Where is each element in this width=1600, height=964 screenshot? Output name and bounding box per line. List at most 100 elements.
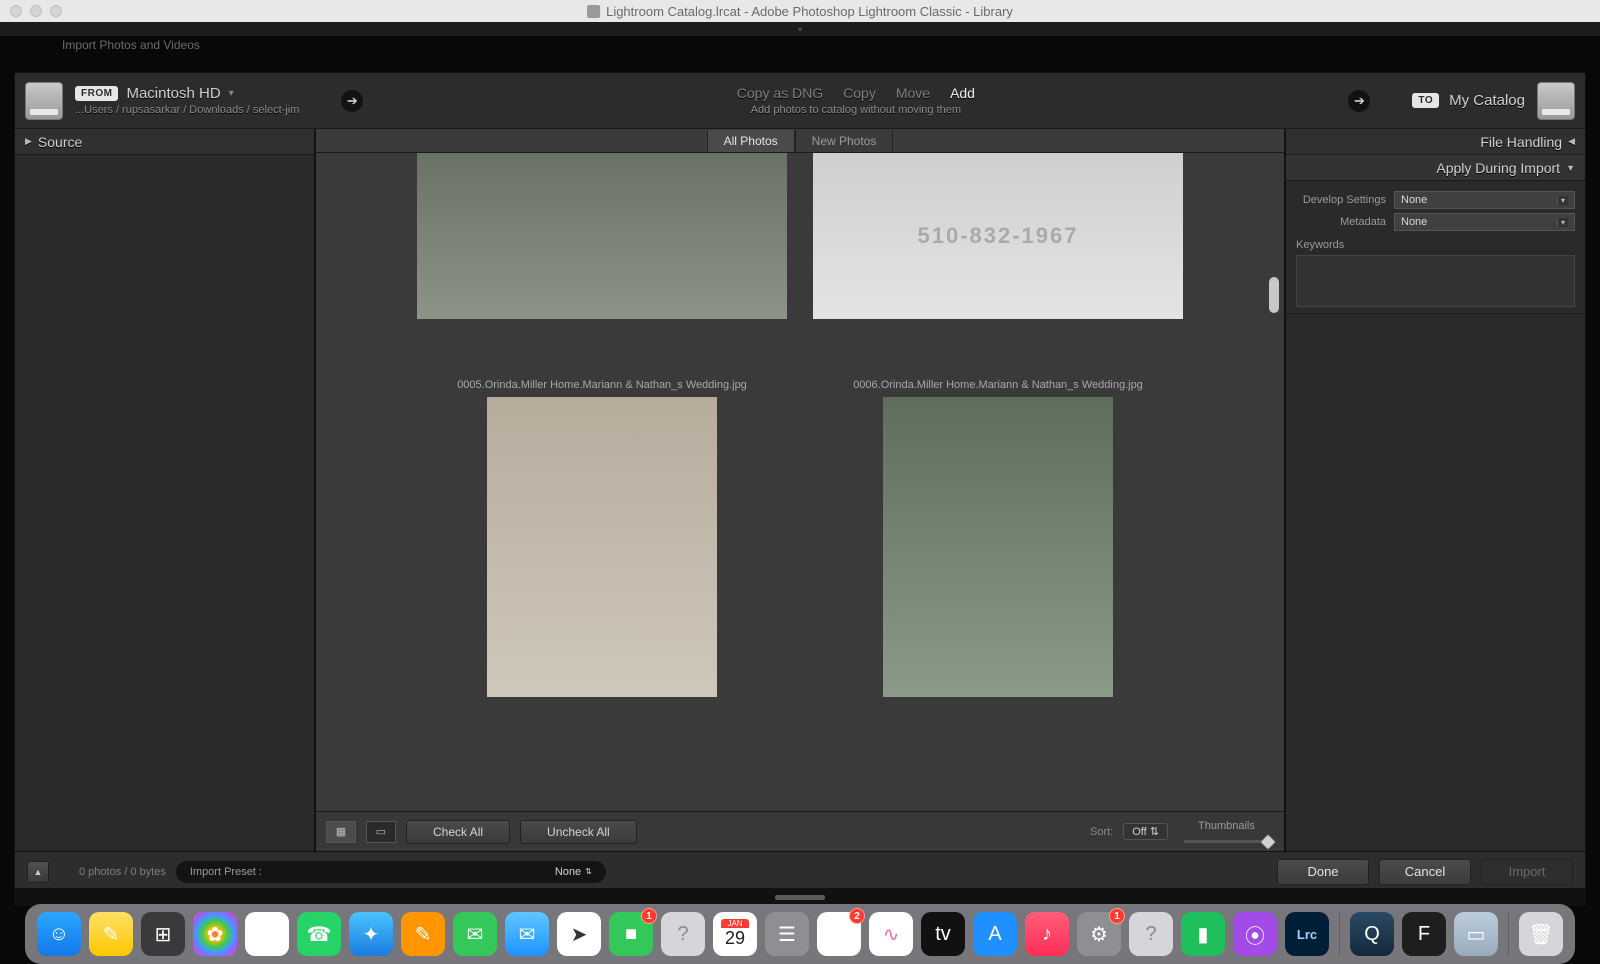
keywords-textarea[interactable] [1296, 255, 1575, 307]
dock-freeform-icon[interactable]: ∿ [869, 912, 913, 956]
import-preset-bar[interactable]: Import Preset : None ⇅ [176, 861, 606, 883]
dock-figma-icon[interactable]: F [1402, 912, 1446, 956]
develop-settings-select[interactable]: None [1394, 191, 1575, 209]
photo-text: 510-832-1967 [917, 223, 1078, 249]
cancel-button[interactable]: Cancel [1379, 859, 1471, 885]
dock-safari-icon[interactable]: ✦ [349, 912, 393, 956]
source-panel-title: Source [38, 134, 82, 150]
dock-pages-icon[interactable]: ✎ [401, 912, 445, 956]
dock-settings-icon[interactable]: ⚙1 [1077, 912, 1121, 956]
check-all-button[interactable]: Check All [406, 820, 510, 844]
to-device-name: My Catalog [1449, 92, 1525, 109]
close-window-button[interactable] [10, 5, 22, 17]
dock-area: ☺ ✎ ⊞ ✿ ◉ ☎ ✦ ✎ ✉ ✉ ➤ ■1 ? JAN 29 ☰ ☑2 ∿… [0, 892, 1600, 964]
thumbnail-grid[interactable]: 510-832-1967 0005.Orinda.Miller Home.Mar… [316, 153, 1284, 811]
left-side-panel: ▶ Source [15, 129, 315, 851]
apply-during-import-title: Apply During Import [1436, 160, 1560, 176]
traffic-lights [0, 5, 62, 17]
loupe-view-button[interactable]: ▭ [366, 821, 396, 843]
window-title: Lightroom Catalog.lrcat - Adobe Photosho… [587, 4, 1013, 19]
dock-tv-icon[interactable]: tv [921, 912, 965, 956]
to-block[interactable]: ➔ TO My Catalog [1348, 82, 1575, 120]
uncheck-all-button[interactable]: Uncheck All [520, 820, 637, 844]
tab-new-photos[interactable]: New Photos [795, 130, 894, 152]
import-body: ▶ Source All Photos New Photos 510-832-1… [15, 129, 1585, 851]
dock-calendar-icon[interactable]: JAN 29 [713, 912, 757, 956]
method-copy-dng[interactable]: Copy as DNG [737, 85, 823, 101]
develop-settings-label: Develop Settings [1296, 194, 1386, 206]
dock-contacts-icon[interactable]: ☰ [765, 912, 809, 956]
thumbnail-item[interactable] [883, 397, 1113, 697]
tab-all-photos[interactable]: All Photos [707, 130, 795, 152]
dock-appstore-icon[interactable]: A [973, 912, 1017, 956]
source-panel-header[interactable]: ▶ Source [15, 129, 314, 155]
import-method-block: Copy as DNG Copy Move Add Add photos to … [737, 85, 975, 116]
dock-quicktime-icon[interactable]: Q [1350, 912, 1394, 956]
right-side-panel: File Handling ◀ Apply During Import ▼ De… [1285, 129, 1585, 851]
catalog-file-icon [587, 5, 600, 18]
import-method-tabs: Copy as DNG Copy Move Add [737, 85, 975, 101]
thumbnail-item[interactable] [487, 397, 717, 697]
triangle-right-icon: ▶ [25, 136, 32, 147]
expand-collapse-button[interactable]: ▲ [27, 861, 49, 883]
dock-finder-icon[interactable]: ☺ [37, 912, 81, 956]
from-device-name: Macintosh HD [126, 85, 220, 102]
dock-numbers-icon[interactable]: ▮ [1181, 912, 1225, 956]
dock-divider [1508, 912, 1509, 956]
dock-help-icon[interactable]: ? [1129, 912, 1173, 956]
sort-dropdown[interactable]: Off ⇅ [1123, 823, 1168, 840]
dock-mail-icon[interactable]: ✉ [505, 912, 549, 956]
harddrive-icon [1537, 82, 1575, 120]
keywords-label: Keywords [1296, 235, 1575, 253]
dock-facetime-icon[interactable]: ■1 [609, 912, 653, 956]
thumbnails-label: Thumbnails [1198, 820, 1255, 832]
dock-trash-icon[interactable]: 🗑 [1519, 912, 1563, 956]
selection-status: 0 photos / 0 bytes [79, 866, 166, 878]
dock-divider [1339, 912, 1340, 956]
dock-reminders-icon[interactable]: ☑2 [817, 912, 861, 956]
grid-view-button[interactable]: ▦ [326, 821, 356, 843]
dock-messages-icon[interactable]: ✉ [453, 912, 497, 956]
from-path: ...Users / rupsasarkar / Downloads / sel… [75, 104, 299, 116]
thumbnail-item[interactable] [417, 153, 787, 319]
dock-music-icon[interactable]: ♪ [1025, 912, 1069, 956]
apply-during-import-header[interactable]: Apply During Import ▼ [1286, 155, 1585, 181]
file-handling-header[interactable]: File Handling ◀ [1286, 129, 1585, 155]
badge: 2 [849, 908, 865, 924]
dock-maps-icon[interactable]: ➤ [557, 912, 601, 956]
from-block[interactable]: FROM Macintosh HD ▾ ...Users / rupsasark… [25, 82, 363, 120]
dock-photos-icon[interactable]: ✿ [193, 912, 237, 956]
scrollbar-thumb[interactable] [1269, 277, 1279, 313]
badge: 1 [641, 908, 657, 924]
thumbnail-size-slider[interactable] [1184, 840, 1274, 843]
triangle-left-icon: ◀ [1568, 136, 1575, 147]
badge: 1 [1109, 908, 1125, 924]
center-panel: All Photos New Photos 510-832-1967 [315, 129, 1285, 851]
top-module-bar-collapsed[interactable] [0, 22, 1600, 36]
dock-launchpad-icon[interactable]: ⊞ [141, 912, 185, 956]
zoom-window-button[interactable] [50, 5, 62, 17]
thumbnail-item[interactable]: 510-832-1967 [813, 153, 1183, 319]
import-preset-label: Import Preset : [190, 866, 262, 878]
dock-notes-icon[interactable]: ✎ [89, 912, 133, 956]
done-button[interactable]: Done [1277, 859, 1369, 885]
photo-filter-tabs: All Photos New Photos [316, 129, 1284, 153]
method-copy[interactable]: Copy [843, 85, 876, 101]
calendar-day: 29 [725, 928, 745, 949]
dock-help-icon[interactable]: ? [661, 912, 705, 956]
file-handling-title: File Handling [1480, 134, 1562, 150]
dock-chrome-icon[interactable]: ◉ [245, 912, 289, 956]
method-move[interactable]: Move [896, 85, 930, 101]
apply-during-import-section: Develop Settings None Metadata None Keyw… [1286, 181, 1585, 314]
minimize-window-button[interactable] [30, 5, 42, 17]
dock-whatsapp-icon[interactable]: ☎ [297, 912, 341, 956]
method-add[interactable]: Add [950, 85, 975, 101]
dock-lightroom-icon[interactable]: Lrc [1285, 912, 1329, 956]
dock-preview-icon[interactable]: ▭ [1454, 912, 1498, 956]
calendar-month: JAN [721, 919, 748, 928]
import-preset-value: None [555, 866, 581, 878]
metadata-select[interactable]: None [1394, 213, 1575, 231]
import-button[interactable]: Import [1481, 859, 1573, 885]
dock-podcasts-icon[interactable]: ⦿ [1233, 912, 1277, 956]
arrow-right-icon: ➔ [341, 90, 363, 112]
